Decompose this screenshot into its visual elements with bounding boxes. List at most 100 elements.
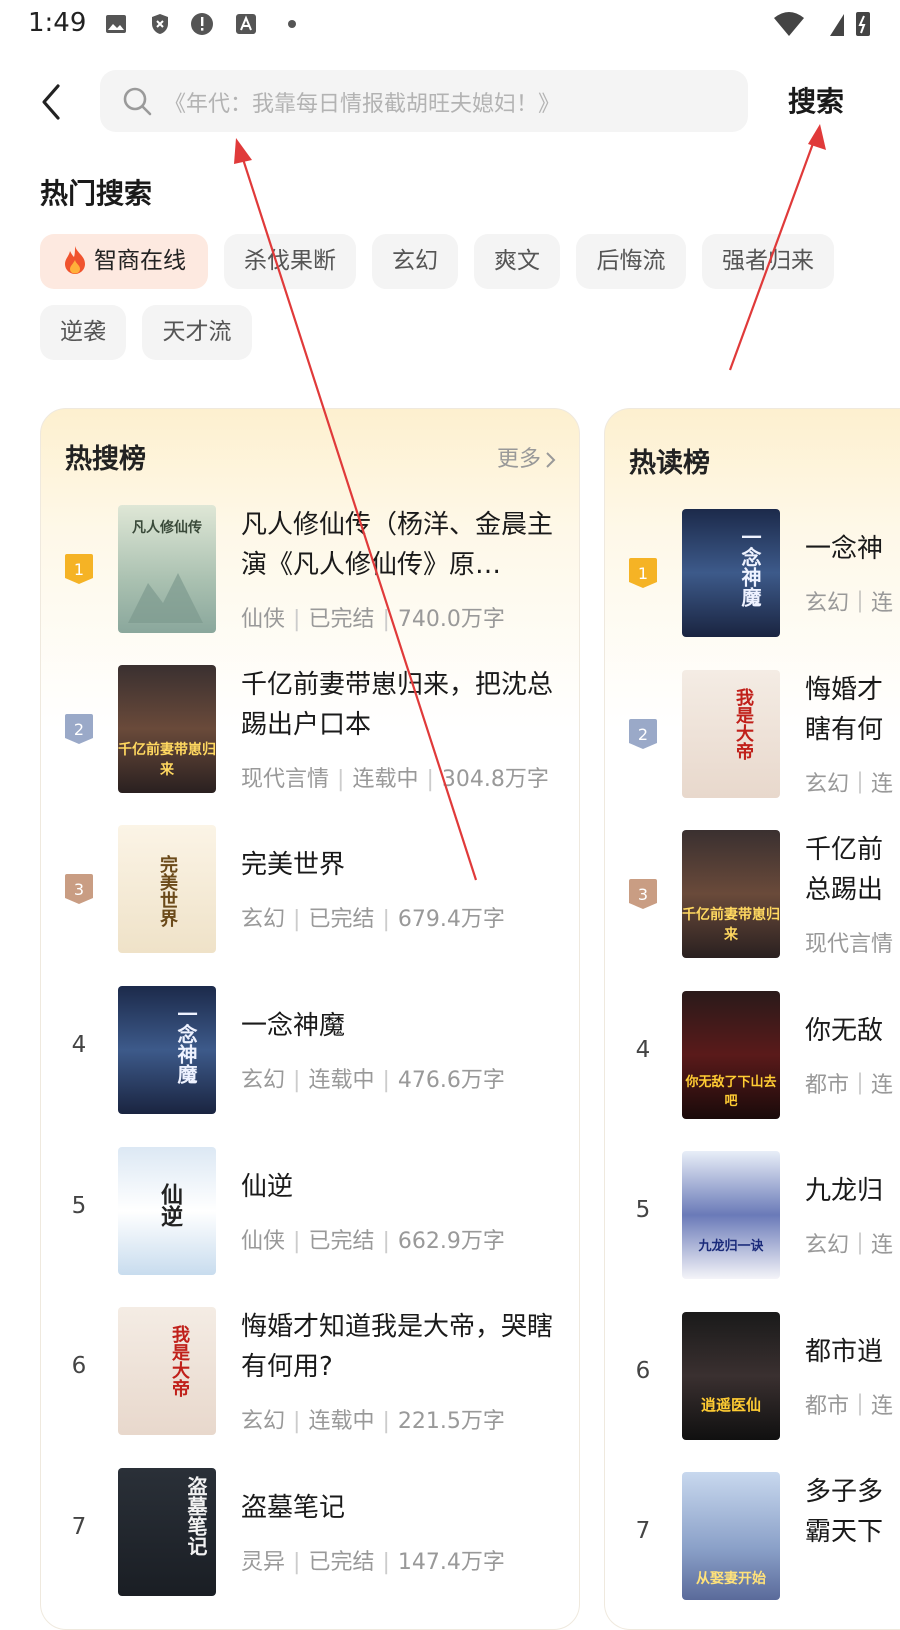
book-title: 凡人修仙传（杨洋、金晨主演《凡人修仙传》原… <box>241 510 554 580</box>
rank-badge-gold: 1 <box>65 554 93 584</box>
book-list-item[interactable]: 1 一念神魔 一念神 玄幻｜连 <box>605 509 900 639</box>
book-meta: 玄幻｜连 <box>805 1233 894 1258</box>
hot-search-title: 热门搜索 <box>40 177 153 210</box>
book-list-item[interactable]: 3 完美世界 完美世界 玄幻 | 已完结 | 679.4万字 <box>41 825 579 955</box>
hot-tag[interactable]: 杀伐果断 <box>224 234 356 289</box>
book-meta: 灵异 | 已完结 | 147.4万字 <box>241 1550 505 1575</box>
book-meta: 玄幻｜连 <box>805 591 894 616</box>
svg-text:3: 3 <box>638 885 648 904</box>
hot-tag[interactable]: 天才流 <box>142 305 252 360</box>
book-list-item[interactable]: 2 千亿前妻带崽归来 千亿前妻带崽归来，把沈总踢出户口本 现代言情 | 连载中 | 30… <box>41 665 579 795</box>
book-list-item[interactable]: 7 从娶妻开始 多子多 霸天下 <box>605 1472 900 1602</box>
rank-badge-silver: 2 <box>65 714 93 744</box>
book-meta: 玄幻 | 已完结 | 679.4万字 <box>241 907 505 932</box>
book-cover: 你无敌了下山去吧 <box>682 991 780 1119</box>
hot-tag[interactable]: 强者归来 <box>702 234 834 289</box>
card-title: 热读榜 <box>629 448 710 479</box>
book-list-item[interactable]: 4 你无敌了下山去吧 你无敌 都市｜连 <box>605 991 900 1121</box>
search-icon <box>123 87 152 116</box>
system-status-icons <box>774 12 870 36</box>
hot-read-rank-card: 热读榜 1 一念神魔 一念神 玄幻｜连 2 我是大帝 悔婚才 瞎有何 玄幻｜连 … <box>604 408 900 1630</box>
search-button[interactable]: 搜索 <box>788 80 844 120</box>
book-title: 仙逆 <box>241 1172 294 1202</box>
book-title: 完美世界 <box>241 850 346 880</box>
book-meta: 现代言情 | 连载中 | 304.8万字 <box>241 767 549 792</box>
book-meta: 都市｜连 <box>805 1073 894 1098</box>
rank-badge-bronze: 3 <box>65 874 93 904</box>
hot-tag[interactable]: 逆袭 <box>40 305 126 360</box>
book-cover: 千亿前妻带崽归来 <box>118 665 216 793</box>
more-link[interactable]: 更多 <box>497 441 557 473</box>
cover-art <box>128 573 203 623</box>
book-list-item[interactable]: 5 九龙归一诀 九龙归 玄幻｜连 <box>605 1151 900 1281</box>
book-list-item[interactable]: 2 我是大帝 悔婚才 瞎有何 玄幻｜连 <box>605 670 900 800</box>
rank-number: 4 <box>635 1037 651 1063</box>
book-meta: 都市｜连 <box>805 1394 894 1419</box>
svg-text:2: 2 <box>74 720 84 739</box>
status-bar: 1:49 <box>0 0 900 48</box>
book-title: 千亿前 总踢出 <box>805 835 884 905</box>
book-meta: 玄幻 | 连载中 | 221.5万字 <box>241 1409 505 1434</box>
svg-text:1: 1 <box>638 564 648 583</box>
book-meta: 玄幻｜连 <box>805 772 894 797</box>
back-arrow-icon[interactable] <box>36 80 76 124</box>
book-cover: 一念神魔 <box>118 986 216 1114</box>
flame-icon <box>65 245 85 274</box>
book-cover: 仙逆 <box>118 1147 216 1275</box>
book-list-item[interactable]: 7 盗墓笔记 盗墓笔记 灵异 | 已完结 | 147.4万字 <box>41 1468 579 1598</box>
book-cover: 九龙归一诀 <box>682 1151 780 1279</box>
book-cover: 完美世界 <box>118 825 216 953</box>
book-cover: 千亿前妻带崽归来 <box>682 830 780 958</box>
hot-tag-label: 智商在线 <box>94 248 186 274</box>
book-cover: 我是大帝 <box>682 670 780 798</box>
book-title: 你无敌 <box>805 1016 884 1046</box>
book-list-item[interactable]: 3 千亿前妻带崽归来 千亿前 总踢出 现代言情 <box>605 830 900 960</box>
book-title: 千亿前妻带崽归来，把沈总踢出户口本 <box>241 670 554 740</box>
book-title: 悔婚才 瞎有何 <box>805 675 884 745</box>
dot-icon <box>288 20 296 28</box>
book-cover: 盗墓笔记 <box>118 1468 216 1596</box>
rank-number: 5 <box>71 1193 87 1219</box>
text-notification-icon <box>236 14 256 34</box>
svg-text:1: 1 <box>74 560 84 579</box>
rank-number: 6 <box>635 1358 651 1384</box>
svg-text:2: 2 <box>638 725 648 744</box>
book-list-item[interactable]: 6 逍遥医仙 都市逍 都市｜连 <box>605 1312 900 1442</box>
rank-number: 5 <box>635 1197 651 1223</box>
hot-tag[interactable]: 智商在线 <box>40 234 208 289</box>
book-meta: 玄幻 | 连载中 | 476.6万字 <box>241 1068 505 1093</box>
hot-tag[interactable]: 后悔流 <box>576 234 686 289</box>
book-title: 悔婚才知道我是大帝，哭瞎有何用? <box>241 1312 554 1382</box>
search-input[interactable]: 《年代：我靠每日情报截胡旺夫媳妇！》 <box>100 70 748 132</box>
book-cover: 从娶妻开始 <box>682 1472 780 1600</box>
search-placeholder: 《年代：我靠每日情报截胡旺夫媳妇！》 <box>164 92 561 117</box>
image-notification-icon <box>106 15 126 33</box>
rank-badge-silver: 2 <box>629 719 657 749</box>
svg-text:3: 3 <box>74 880 84 899</box>
book-title: 一念神魔 <box>241 1011 346 1041</box>
rank-number: 4 <box>71 1032 87 1058</box>
rank-number: 7 <box>635 1518 651 1544</box>
book-cover: 一念神魔 <box>682 509 780 637</box>
rank-badge-bronze: 3 <box>629 879 657 909</box>
book-list-item[interactable]: 6 我是大帝 悔婚才知道我是大帝，哭瞎有何用? 玄幻 | 连载中 | 221.5万字 <box>41 1307 579 1437</box>
shield-notification-icon <box>152 14 168 34</box>
book-cover: 凡人修仙传 <box>118 505 216 633</box>
book-meta: 现代言情 <box>805 932 894 957</box>
book-list-item[interactable]: 1 凡人修仙传 凡人修仙传（杨洋、金晨主演《凡人修仙传》原… 仙侠 | 已完结 | 74… <box>41 505 579 635</box>
book-title: 多子多 霸天下 <box>805 1477 884 1547</box>
book-title: 九龙归 <box>805 1176 884 1206</box>
hot-tag[interactable]: 爽文 <box>474 234 560 289</box>
book-meta: 仙侠 | 已完结 | 740.0万字 <box>241 607 505 632</box>
hot-tag[interactable]: 玄幻 <box>372 234 458 289</box>
hot-search-rank-card: 热搜榜 更多 1 凡人修仙传 凡人修仙传（杨洋、金晨主演《凡人修仙传》原… 仙侠… <box>40 408 580 1630</box>
book-list-item[interactable]: 4 一念神魔 一念神魔 玄幻 | 连载中 | 476.6万字 <box>41 986 579 1116</box>
rank-number: 6 <box>71 1353 87 1379</box>
search-header: 《年代：我靠每日情报截胡旺夫媳妇！》 搜索 <box>0 66 900 138</box>
book-title: 都市逍 <box>805 1337 884 1367</box>
alert-notification-icon <box>191 13 213 35</box>
rank-number: 7 <box>71 1514 87 1540</box>
book-list-item[interactable]: 5 仙逆 仙逆 仙侠 | 已完结 | 662.9万字 <box>41 1147 579 1277</box>
card-title: 热搜榜 <box>65 444 146 475</box>
book-cover: 我是大帝 <box>118 1307 216 1435</box>
